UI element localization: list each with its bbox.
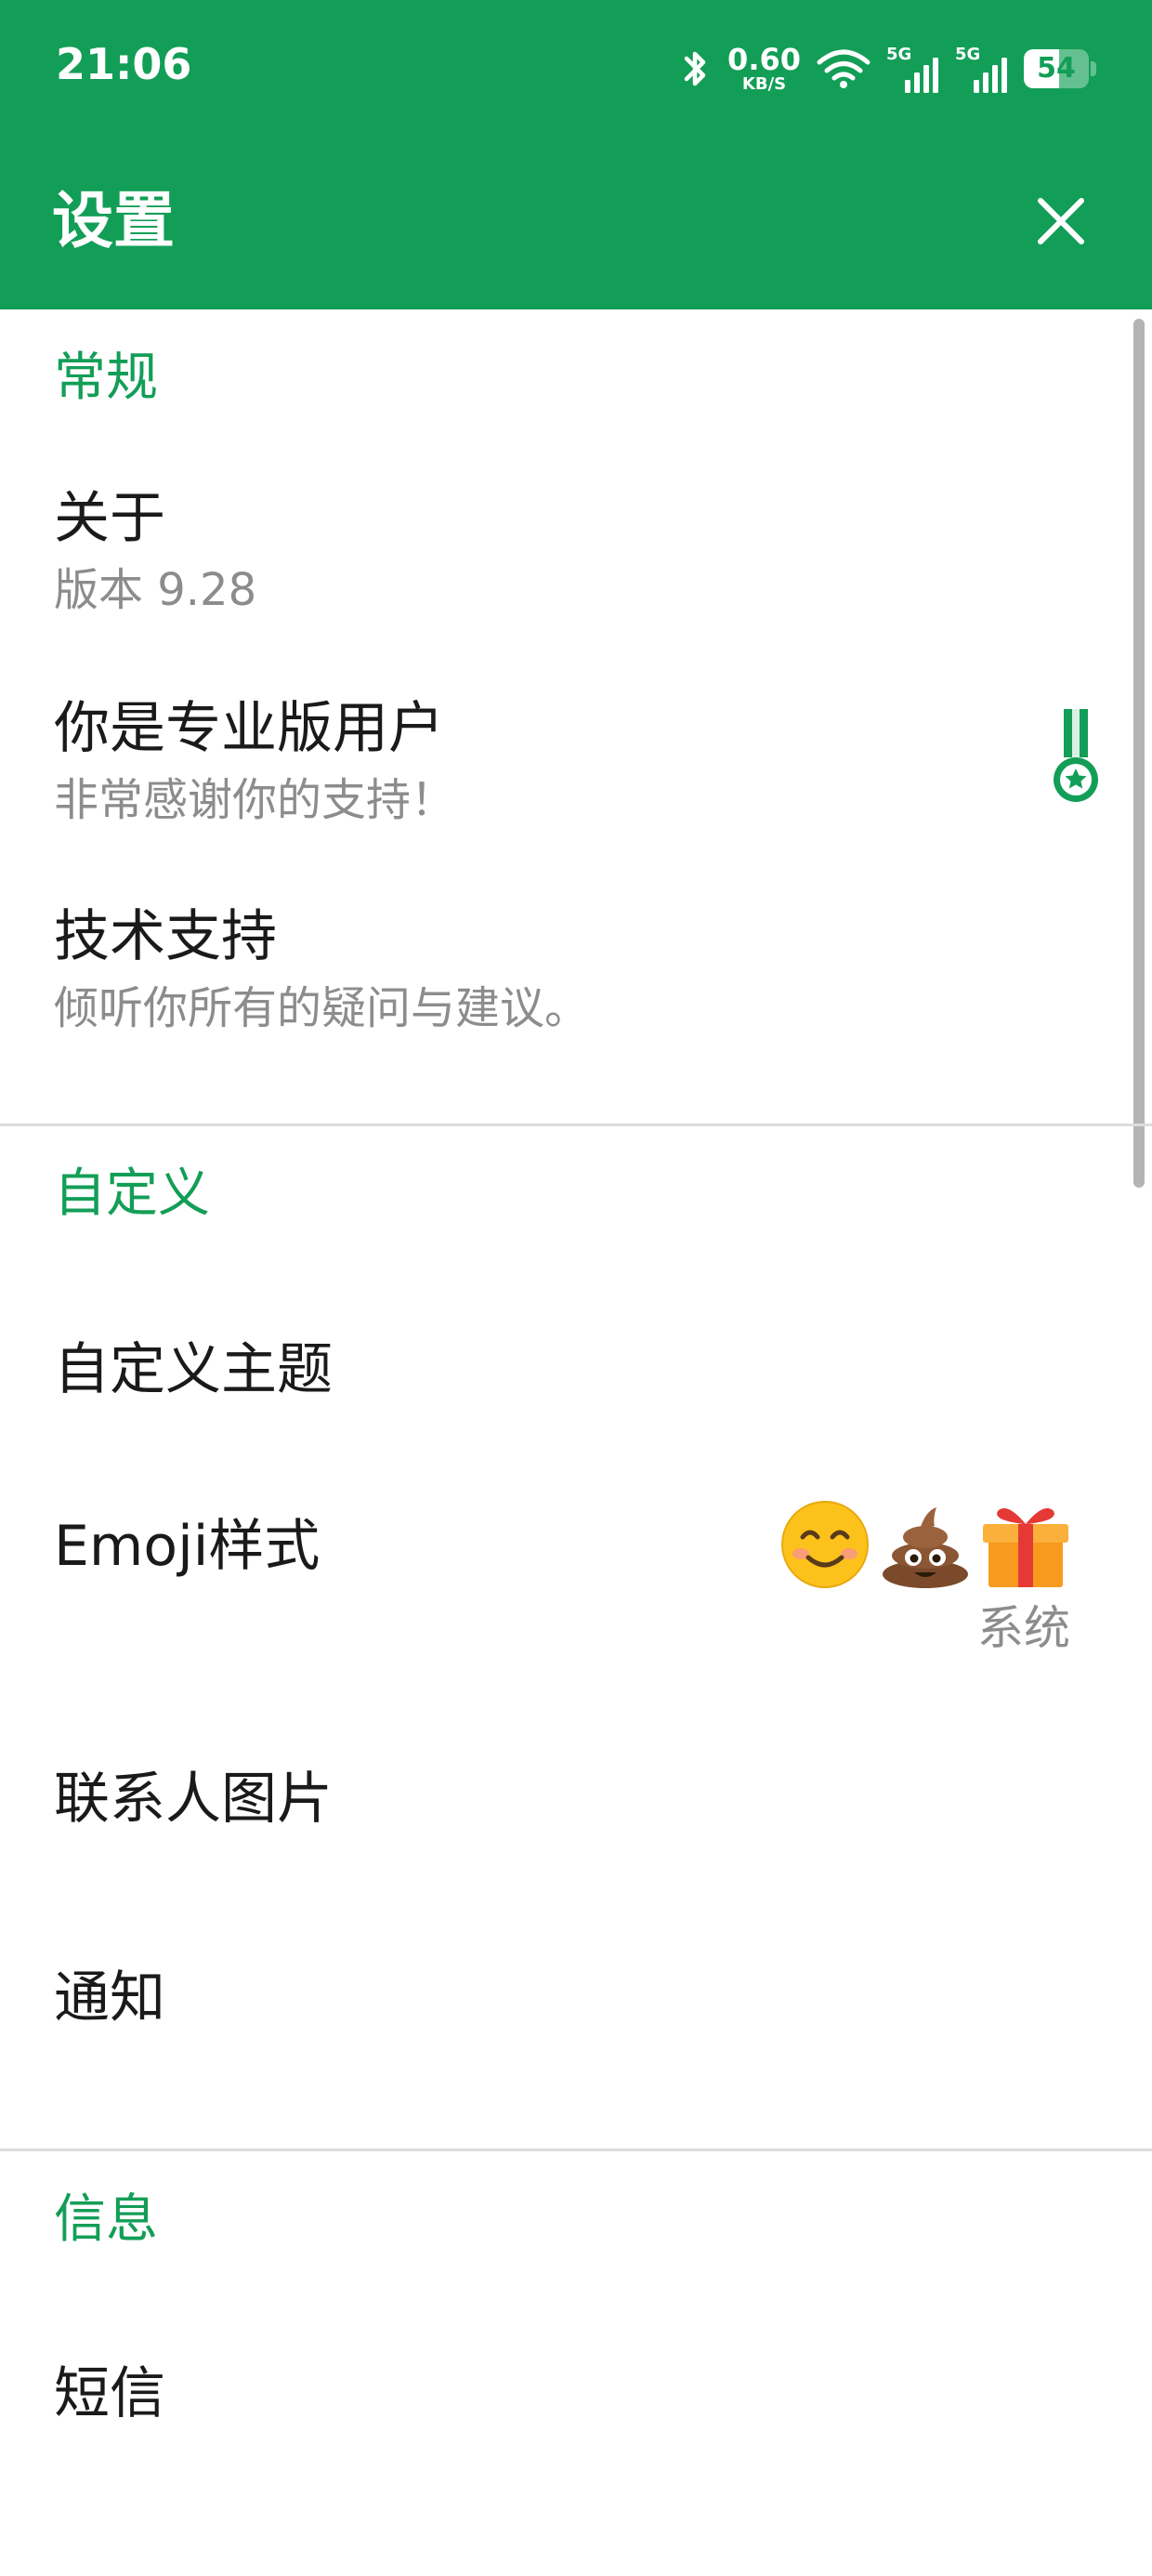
section-header-messages: 信息 xyxy=(54,2189,158,2250)
settings-item-sms[interactable]: 短信 xyxy=(0,2323,1115,2472)
close-button[interactable] xyxy=(1026,186,1096,256)
battery-cap xyxy=(1091,61,1096,76)
contact-photos-title: 联系人图片 xyxy=(54,1767,333,1832)
close-icon xyxy=(1038,198,1084,244)
battery-icon: 54 xyxy=(1024,49,1096,88)
section-divider xyxy=(0,2149,1152,2151)
pile-of-poo-icon xyxy=(879,1498,972,1591)
about-version: 版本 9.28 xyxy=(54,564,257,616)
support-title: 技术支持 xyxy=(54,904,277,969)
emoji-style-value: 系统 xyxy=(977,1601,1070,1655)
pro-user-title: 你是专业版用户 xyxy=(54,696,444,761)
section-divider xyxy=(0,1124,1152,1126)
smiling-face-icon xyxy=(779,1498,871,1591)
scrollbar[interactable] xyxy=(1133,319,1145,1188)
settings-item-custom-theme[interactable]: 自定义主题 xyxy=(0,1301,1115,1440)
settings-item-contact-photos[interactable]: 联系人图片 xyxy=(0,1728,1115,1877)
status-time: 21:06 xyxy=(56,39,192,89)
custom-theme-title: 自定义主题 xyxy=(54,1337,333,1402)
support-description: 倾听你所有的疑问与建议。 xyxy=(54,982,590,1034)
sim2-signal-icon: 5G xyxy=(955,45,1009,93)
app-header: 21:06 0.60 KB/S 5G 5G 54 设置 xyxy=(0,0,1152,309)
pro-user-thanks: 非常感谢你的支持！ xyxy=(54,774,456,826)
notifications-title: 通知 xyxy=(54,1965,165,2031)
wifi-icon xyxy=(816,47,871,90)
battery-level: 54 xyxy=(1037,52,1076,85)
status-bar: 21:06 0.60 KB/S 5G 5G 54 xyxy=(0,0,1152,138)
bluetooth-icon xyxy=(679,46,713,92)
settings-item-about[interactable]: 关于 版本 9.28 xyxy=(0,465,1115,651)
status-icons: 0.60 KB/S 5G 5G 54 xyxy=(679,41,1096,97)
settings-item-notifications[interactable]: 通知 xyxy=(0,1933,1115,2082)
network-speed: 0.60 KB/S xyxy=(727,45,801,93)
settings-item-pro-user[interactable]: 你是专业版用户 非常感谢你的支持！ xyxy=(0,675,1115,861)
settings-item-support[interactable]: 技术支持 倾听你所有的疑问与建议。 xyxy=(0,883,1115,1069)
section-header-general: 常规 xyxy=(54,348,158,408)
sms-title: 短信 xyxy=(54,2361,165,2426)
section-header-customize: 自定义 xyxy=(54,1163,210,1224)
network-speed-value: 0.60 xyxy=(727,42,801,77)
emoji-preview xyxy=(779,1498,1072,1591)
sim1-signal-icon: 5G xyxy=(886,45,940,93)
emoji-style-title: Emoji样式 xyxy=(54,1514,321,1579)
network-speed-unit: KB/S xyxy=(741,74,787,94)
about-title: 关于 xyxy=(54,486,165,551)
settings-screen: 21:06 0.60 KB/S 5G 5G 54 设置 常规 关于 版本 9.2… xyxy=(0,0,1152,2576)
gift-icon xyxy=(979,1498,1072,1591)
page-title: 设置 xyxy=(52,185,175,256)
medal-icon xyxy=(1048,707,1104,815)
